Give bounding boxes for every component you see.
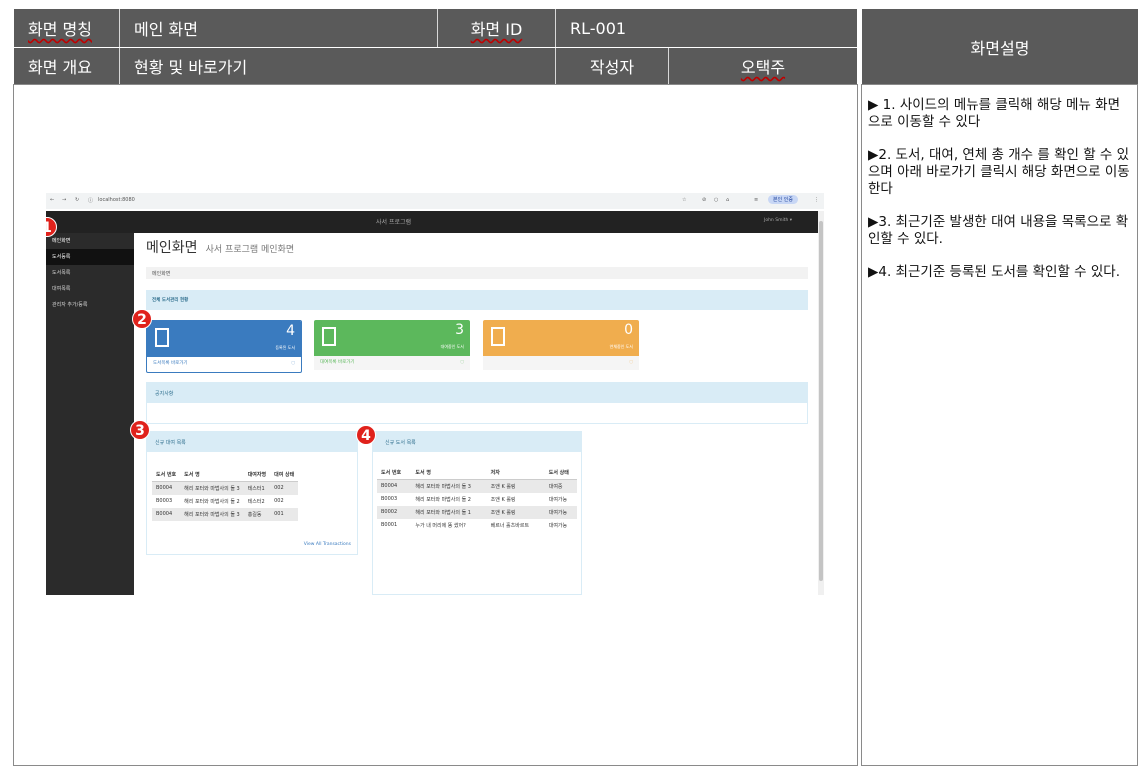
description-title: 화면설명	[862, 9, 1138, 84]
tab-search-icon[interactable]: ≡	[754, 197, 758, 203]
table-row: B0004 해리 포터와 마법사의 돌 3 홍길동 001	[152, 508, 299, 521]
card-header: 4 등록된 도서	[147, 321, 301, 357]
overview-label: 화면 개요	[14, 48, 120, 84]
table-row: B0003 해리 포터와 마법사의 돌 2 테스터2 002	[156, 498, 284, 505]
puzzle-icon[interactable]: ⌂	[726, 197, 729, 203]
notice-header: 공지사항	[147, 383, 807, 403]
column-header: 도서 번호	[377, 466, 412, 480]
status-panel-header: 전체 도서관리 현황	[146, 290, 808, 310]
card-link[interactable]: 도서목록 바로가기 ◌	[147, 357, 301, 371]
breadcrumb: 메인화면	[146, 267, 808, 279]
column-header: 대여 상태	[270, 468, 299, 482]
new-books-table: 도서 번호 도서 명 저자 도서 상태 B0004 해리 포터와 마법사의 돌 3…	[377, 466, 577, 532]
column-header: 저자	[486, 466, 545, 480]
circle-icon[interactable]: ○	[714, 197, 718, 203]
forward-icon[interactable]: →	[62, 197, 66, 203]
column-header: 도서 상태	[544, 466, 577, 480]
info-icon: ⓘ	[88, 198, 94, 204]
sidebar-item-admin[interactable]: 관리자 추가/등록	[46, 297, 134, 313]
back-icon[interactable]: ←	[50, 197, 54, 203]
rental-list-panel: 신규 대여 목록 도서 번호 도서 명 대여자명 대여 상태 B0004 해리 포…	[146, 431, 358, 555]
bookmark-star-icon[interactable]: ☆	[682, 197, 686, 203]
rental-list-header: 신규 대여 목록	[147, 432, 357, 452]
sidebar-item-book-register[interactable]: 도서등록	[46, 249, 134, 265]
card-link[interactable]: ◌	[483, 356, 639, 370]
page-heading: 메인화면 사서 프로그램 메인화면	[146, 237, 294, 257]
warning-icon	[491, 327, 505, 346]
screen-name-value: 메인 화면	[120, 9, 438, 47]
registered-books-card: 4 등록된 도서 도서목록 바로가기 ◌	[146, 320, 302, 373]
arrow-circle-icon: ◌	[629, 360, 633, 365]
overview-value: 현황 및 바로가기	[120, 48, 556, 84]
card-link[interactable]: 대여목록 바로가기 ◌	[314, 356, 470, 370]
app-topbar: 사서 프로그램 John Smith ▾	[46, 211, 818, 233]
callout-marker-3: 3	[130, 420, 150, 440]
column-header: 대여자명	[243, 468, 271, 482]
table-row: B0004 해리 포터와 마법사의 돌 3 테스터1 002	[152, 481, 299, 495]
table-row: B0001 누가 내 머리에 똥 쌌어? 베르너 홀츠바르트 대여가능	[381, 522, 568, 529]
arrow-circle-icon: ◌	[460, 360, 464, 365]
screen-id-label: 화면 ID	[438, 9, 556, 47]
description-list: ▶ 1. 사이드의 메뉴를 클릭해 해당 메뉴 화면으로 이동할 수 있다 ▶2…	[862, 85, 1137, 281]
arrow-circle-icon: ◌	[291, 361, 295, 366]
kebab-menu-icon[interactable]: ⋮	[814, 197, 819, 203]
overdue-books-card: 0 연체중인 도서 ◌	[483, 320, 639, 373]
table-row: B0002 해리 포터와 마법사의 돌 1 조앤 K 롤링 대여가능	[377, 506, 577, 519]
browser-toolbar: ← → ↻ ⓘ localhost:8080 ☆ ⊘ ○ ⌂ ≡ 본인 인증 ⋮	[46, 193, 824, 209]
card-label: 연체중인 도서	[609, 344, 633, 349]
description-frame: ▶ 1. 사이드의 메뉴를 클릭해 해당 메뉴 화면으로 이동할 수 있다 ▶2…	[861, 84, 1138, 766]
scrollbar-thumb[interactable]	[819, 221, 823, 581]
card-label: 등록된 도서	[275, 345, 295, 350]
column-header: 도서 명	[411, 466, 487, 480]
user-menu[interactable]: John Smith ▾	[764, 218, 792, 223]
extension-icon[interactable]: ⊘	[702, 197, 706, 203]
rented-books-card: 3 대여중인 도서 대여목록 바로가기 ◌	[314, 320, 470, 373]
description-item: ▶3. 최근기준 발생한 대여 내용을 목록으로 확인할 수 있다.	[868, 214, 1129, 247]
card-count: 3	[455, 322, 464, 338]
scrollbar[interactable]	[818, 211, 824, 595]
address-bar[interactable]: localhost:8080	[98, 197, 135, 203]
rental-table: 도서 번호 도서 명 대여자명 대여 상태 B0004 해리 포터와 마법사의 돌…	[152, 468, 299, 521]
page-title: 메인화면	[146, 240, 198, 256]
screen-name-label: 화면 명칭	[14, 9, 120, 47]
sidebar-item-main[interactable]: 메인화면	[46, 233, 134, 249]
new-books-header: 신규 도서 목록	[373, 432, 581, 452]
table-row: B0004 해리 포터와 마법사의 돌 3 조앤 K 롤링 대여중	[377, 479, 577, 493]
card-count: 0	[624, 322, 633, 338]
card-count: 4	[286, 323, 295, 339]
callout-marker-4: 4	[356, 425, 376, 445]
page-subtitle: 사서 프로그램 메인화면	[205, 245, 295, 255]
app-screenshot: ← → ↻ ⓘ localhost:8080 ☆ ⊘ ○ ⌂ ≡ 본인 인증 ⋮…	[46, 193, 824, 595]
profile-chip[interactable]: 본인 인증	[768, 195, 798, 204]
column-header: 도서 번호	[152, 468, 181, 482]
sidebar-item-rental-list[interactable]: 대여목록	[46, 281, 134, 297]
callout-marker-2: 2	[132, 309, 152, 329]
description-item: ▶4. 최근기준 등록된 도서를 확인할 수 있다.	[868, 264, 1121, 280]
column-header: 도서 명	[180, 468, 244, 482]
list-icon	[322, 327, 336, 346]
app-title: 사서 프로그램	[376, 219, 412, 226]
card-header: 3 대여중인 도서	[314, 320, 470, 356]
new-books-panel: 신규 도서 목록 도서 번호 도서 명 저자 도서 상태 B0004 해리 포터와…	[372, 431, 582, 595]
view-all-transactions-link[interactable]: View All Transactions	[304, 542, 351, 547]
reload-icon[interactable]: ↻	[75, 197, 79, 203]
author-label: 작성자	[556, 48, 669, 84]
card-label: 대여중인 도서	[440, 344, 464, 349]
card-header: 0 연체중인 도서	[483, 320, 639, 356]
description-item: ▶2. 도서, 대여, 연체 총 개수 를 확인 할 수 있으며 아래 바로가기…	[868, 147, 1130, 197]
description-item: ▶ 1. 사이드의 메뉴를 클릭해 해당 메뉴 화면으로 이동할 수 있다	[868, 97, 1121, 130]
book-icon	[155, 328, 169, 347]
screen-id-value: RL-001	[556, 9, 857, 47]
sidebar: 메인화면 도서등록 도서목록 대여목록 관리자 추가/등록	[46, 233, 134, 595]
notice-panel: 공지사항	[146, 382, 808, 424]
sidebar-item-book-list[interactable]: 도서목록	[46, 265, 134, 281]
table-row: B0003 해리 포터와 마법사의 돌 2 조앤 K 롤링 대여가능	[381, 496, 568, 503]
author-value: 오택주	[669, 48, 857, 84]
